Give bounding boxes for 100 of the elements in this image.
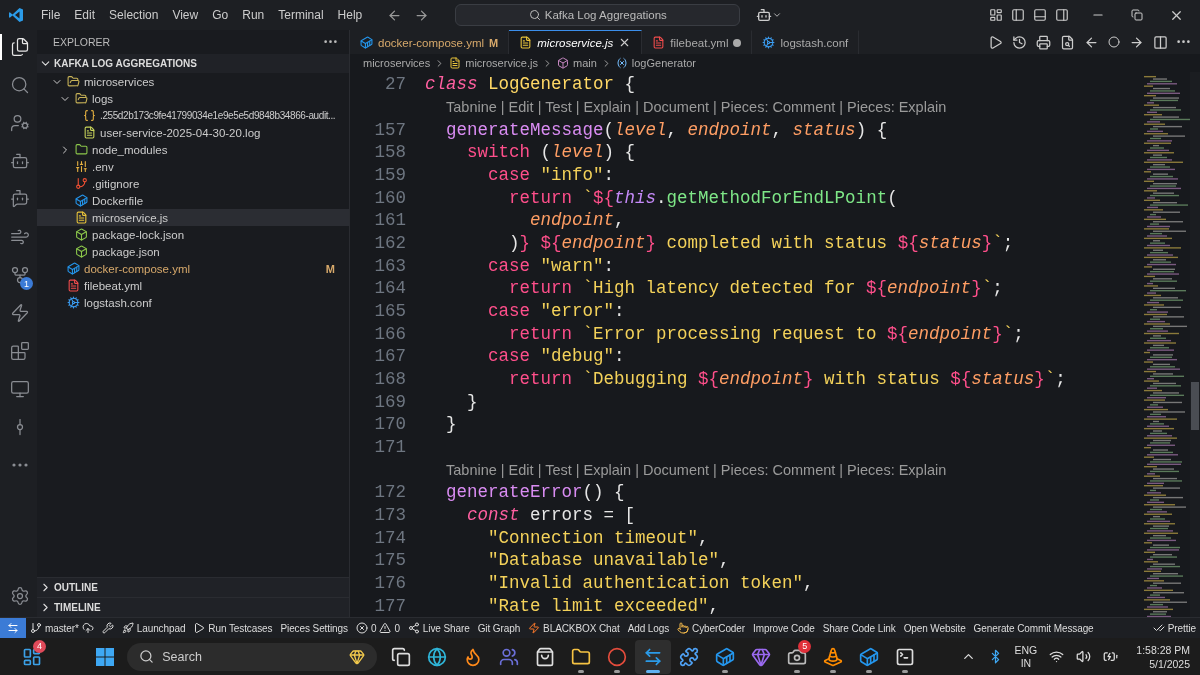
file-tree-item[interactable]: logstash.conf bbox=[37, 294, 349, 311]
more-icon[interactable] bbox=[324, 40, 337, 44]
file-tree-item[interactable]: node_modules bbox=[37, 141, 349, 158]
file-tree-item[interactable]: docker-compose.yml M bbox=[37, 260, 349, 277]
menu-item[interactable]: Run bbox=[235, 8, 272, 22]
wrench-icon bbox=[101, 622, 114, 634]
windows-logo-icon bbox=[95, 646, 116, 667]
code-line: "Rate limit exceeded", bbox=[487, 595, 720, 616]
breadcrumb-item[interactable]: microservice.js bbox=[465, 57, 538, 69]
file-tree-item[interactable]: .gitignore bbox=[37, 175, 349, 192]
code-line: endpoint, bbox=[529, 210, 625, 231]
status-item[interactable]: Launchpad bbox=[117, 622, 190, 634]
play-icon bbox=[193, 622, 206, 634]
menu-item[interactable]: Help bbox=[330, 8, 370, 22]
file-tree-item[interactable]: user-service-2025-04-30-20.log bbox=[37, 124, 349, 141]
file-tree-item[interactable]: microservice.js bbox=[37, 209, 349, 226]
menu-item[interactable]: File bbox=[34, 8, 68, 22]
file-tree-item[interactable]: logs bbox=[37, 90, 349, 107]
code-line: case "warn": bbox=[487, 255, 615, 276]
folder-icon bbox=[571, 646, 592, 667]
status-item[interactable]: Git Graph bbox=[473, 622, 525, 634]
modified-marker: M bbox=[489, 36, 499, 49]
share-icon bbox=[407, 622, 420, 634]
code-lens-actions[interactable]: Tabnine | Edit | Test | Explain | Document | Pieces: Comment | Pieces: Explain bbox=[446, 461, 947, 478]
printer-icon[interactable] bbox=[1036, 34, 1051, 50]
section-header[interactable]: TIMELINE bbox=[37, 597, 349, 617]
status-item[interactable]: BLACKBOX Chat bbox=[524, 622, 624, 634]
remote-button[interactable] bbox=[0, 618, 26, 638]
file-tree-item[interactable]: package.json bbox=[37, 243, 349, 260]
status-item[interactable]: Pieces Settings bbox=[276, 622, 352, 634]
taskbar-search-field[interactable]: Search bbox=[127, 642, 378, 671]
activity-bar-button[interactable]: 1 bbox=[0, 262, 37, 288]
status-item[interactable]: Open Website bbox=[899, 622, 970, 634]
file-tree-item[interactable]: .255d2b173c9fe41799034e1e9e5e5d9848b34866-audit... bbox=[37, 107, 349, 124]
forward-arrow-icon[interactable] bbox=[414, 7, 430, 23]
menu-item[interactable]: Edit bbox=[67, 8, 103, 22]
taskbar-app[interactable] bbox=[635, 639, 672, 674]
code-line: generateMessage(level, endpoint, status) { bbox=[445, 119, 888, 140]
file-tree-item[interactable]: filebeat.yml bbox=[37, 277, 349, 294]
menu-item[interactable]: View bbox=[165, 8, 206, 22]
wifi-icon[interactable] bbox=[1049, 649, 1065, 664]
code-line: )} ${endpoint} completed with status ${status}`; bbox=[508, 233, 1014, 254]
previous-change-icon[interactable] bbox=[1084, 34, 1099, 50]
section-header[interactable]: OUTLINE bbox=[37, 577, 349, 597]
status-item[interactable]: Generate Commit Message bbox=[969, 622, 1098, 634]
code-lens-actions[interactable]: Tabnine | Edit | Test | Explain | Document | Pieces: Comment | Pieces: Explain bbox=[446, 99, 947, 115]
file-tree-item[interactable]: package-lock.json bbox=[37, 226, 349, 243]
line-number: 161 bbox=[373, 210, 406, 231]
menu-item[interactable]: Selection bbox=[102, 8, 166, 22]
scrollbar-thumb[interactable] bbox=[1191, 382, 1199, 430]
panel-right-icon[interactable] bbox=[1055, 8, 1069, 22]
problems-status[interactable]: 0 0 bbox=[351, 622, 404, 634]
restore-icon[interactable] bbox=[1131, 9, 1143, 21]
more-icon[interactable] bbox=[1177, 40, 1190, 44]
user-gear-icon bbox=[9, 113, 30, 133]
breadcrumb-item[interactable]: microservices bbox=[363, 57, 431, 69]
run-icon[interactable] bbox=[988, 34, 1003, 50]
status-item[interactable]: Improve Code bbox=[749, 622, 819, 634]
file-search-icon[interactable] bbox=[1060, 34, 1075, 50]
code-line: switch (level) { bbox=[466, 142, 636, 163]
breadcrumb-item[interactable]: main bbox=[572, 57, 597, 69]
file-tree-item[interactable]: microservices bbox=[37, 73, 349, 90]
status-item[interactable]: Prettie bbox=[1148, 622, 1200, 634]
more-icon[interactable] bbox=[11, 463, 28, 467]
line-number: 175 bbox=[373, 550, 406, 571]
unsaved-dot bbox=[733, 38, 742, 47]
docker-icon bbox=[360, 36, 373, 49]
chat-bot-icon bbox=[9, 189, 30, 209]
code-line: generateError() { bbox=[445, 482, 625, 503]
file-tree-item[interactable]: Dockerfile bbox=[37, 192, 349, 209]
command-search-field[interactable]: Kafka Log Aggregations bbox=[455, 4, 741, 26]
file-tree-item[interactable]: .env bbox=[37, 158, 349, 175]
split-editor-icon[interactable] bbox=[1153, 34, 1168, 50]
status-item[interactable]: master* bbox=[26, 622, 98, 634]
line-number: 163 bbox=[373, 255, 406, 276]
section-header[interactable]: KAFKA LOG AGGREGATIONS bbox=[37, 54, 349, 73]
store-icon bbox=[535, 646, 556, 667]
battery-icon[interactable] bbox=[1103, 649, 1119, 664]
input-language[interactable]: ENG IN bbox=[1014, 643, 1038, 670]
chevron-down-icon[interactable] bbox=[772, 10, 783, 20]
status-item[interactable]: Run Testcases bbox=[189, 622, 277, 634]
clock[interactable]: 1:58:28 PM 5/1/2025 bbox=[1136, 642, 1190, 671]
status-item[interactable]: Live Share bbox=[403, 622, 474, 634]
menu-item[interactable]: Go bbox=[205, 8, 236, 22]
circle-icon[interactable] bbox=[1108, 36, 1120, 48]
history-icon[interactable] bbox=[1012, 34, 1027, 50]
next-change-icon[interactable] bbox=[1129, 34, 1144, 50]
status-item[interactable]: CyberCoder bbox=[673, 622, 749, 634]
widgets-button[interactable]: 4 bbox=[14, 639, 50, 674]
taskbar-app[interactable]: 5 bbox=[779, 639, 816, 674]
volume-icon[interactable] bbox=[1076, 649, 1092, 664]
panel-left-icon[interactable] bbox=[1011, 8, 1025, 22]
status-item[interactable]: Add Logs bbox=[623, 622, 674, 634]
breadcrumb-item[interactable]: logGenerator bbox=[631, 57, 697, 69]
panel-bottom-icon[interactable] bbox=[1033, 8, 1047, 22]
status-item[interactable]: Share Code Link bbox=[818, 622, 900, 634]
menu-item[interactable]: Terminal bbox=[271, 8, 331, 22]
back-arrow-icon[interactable] bbox=[387, 7, 403, 23]
editor-tab[interactable]: microservice.js bbox=[509, 30, 643, 54]
layout-icon[interactable] bbox=[989, 8, 1003, 22]
